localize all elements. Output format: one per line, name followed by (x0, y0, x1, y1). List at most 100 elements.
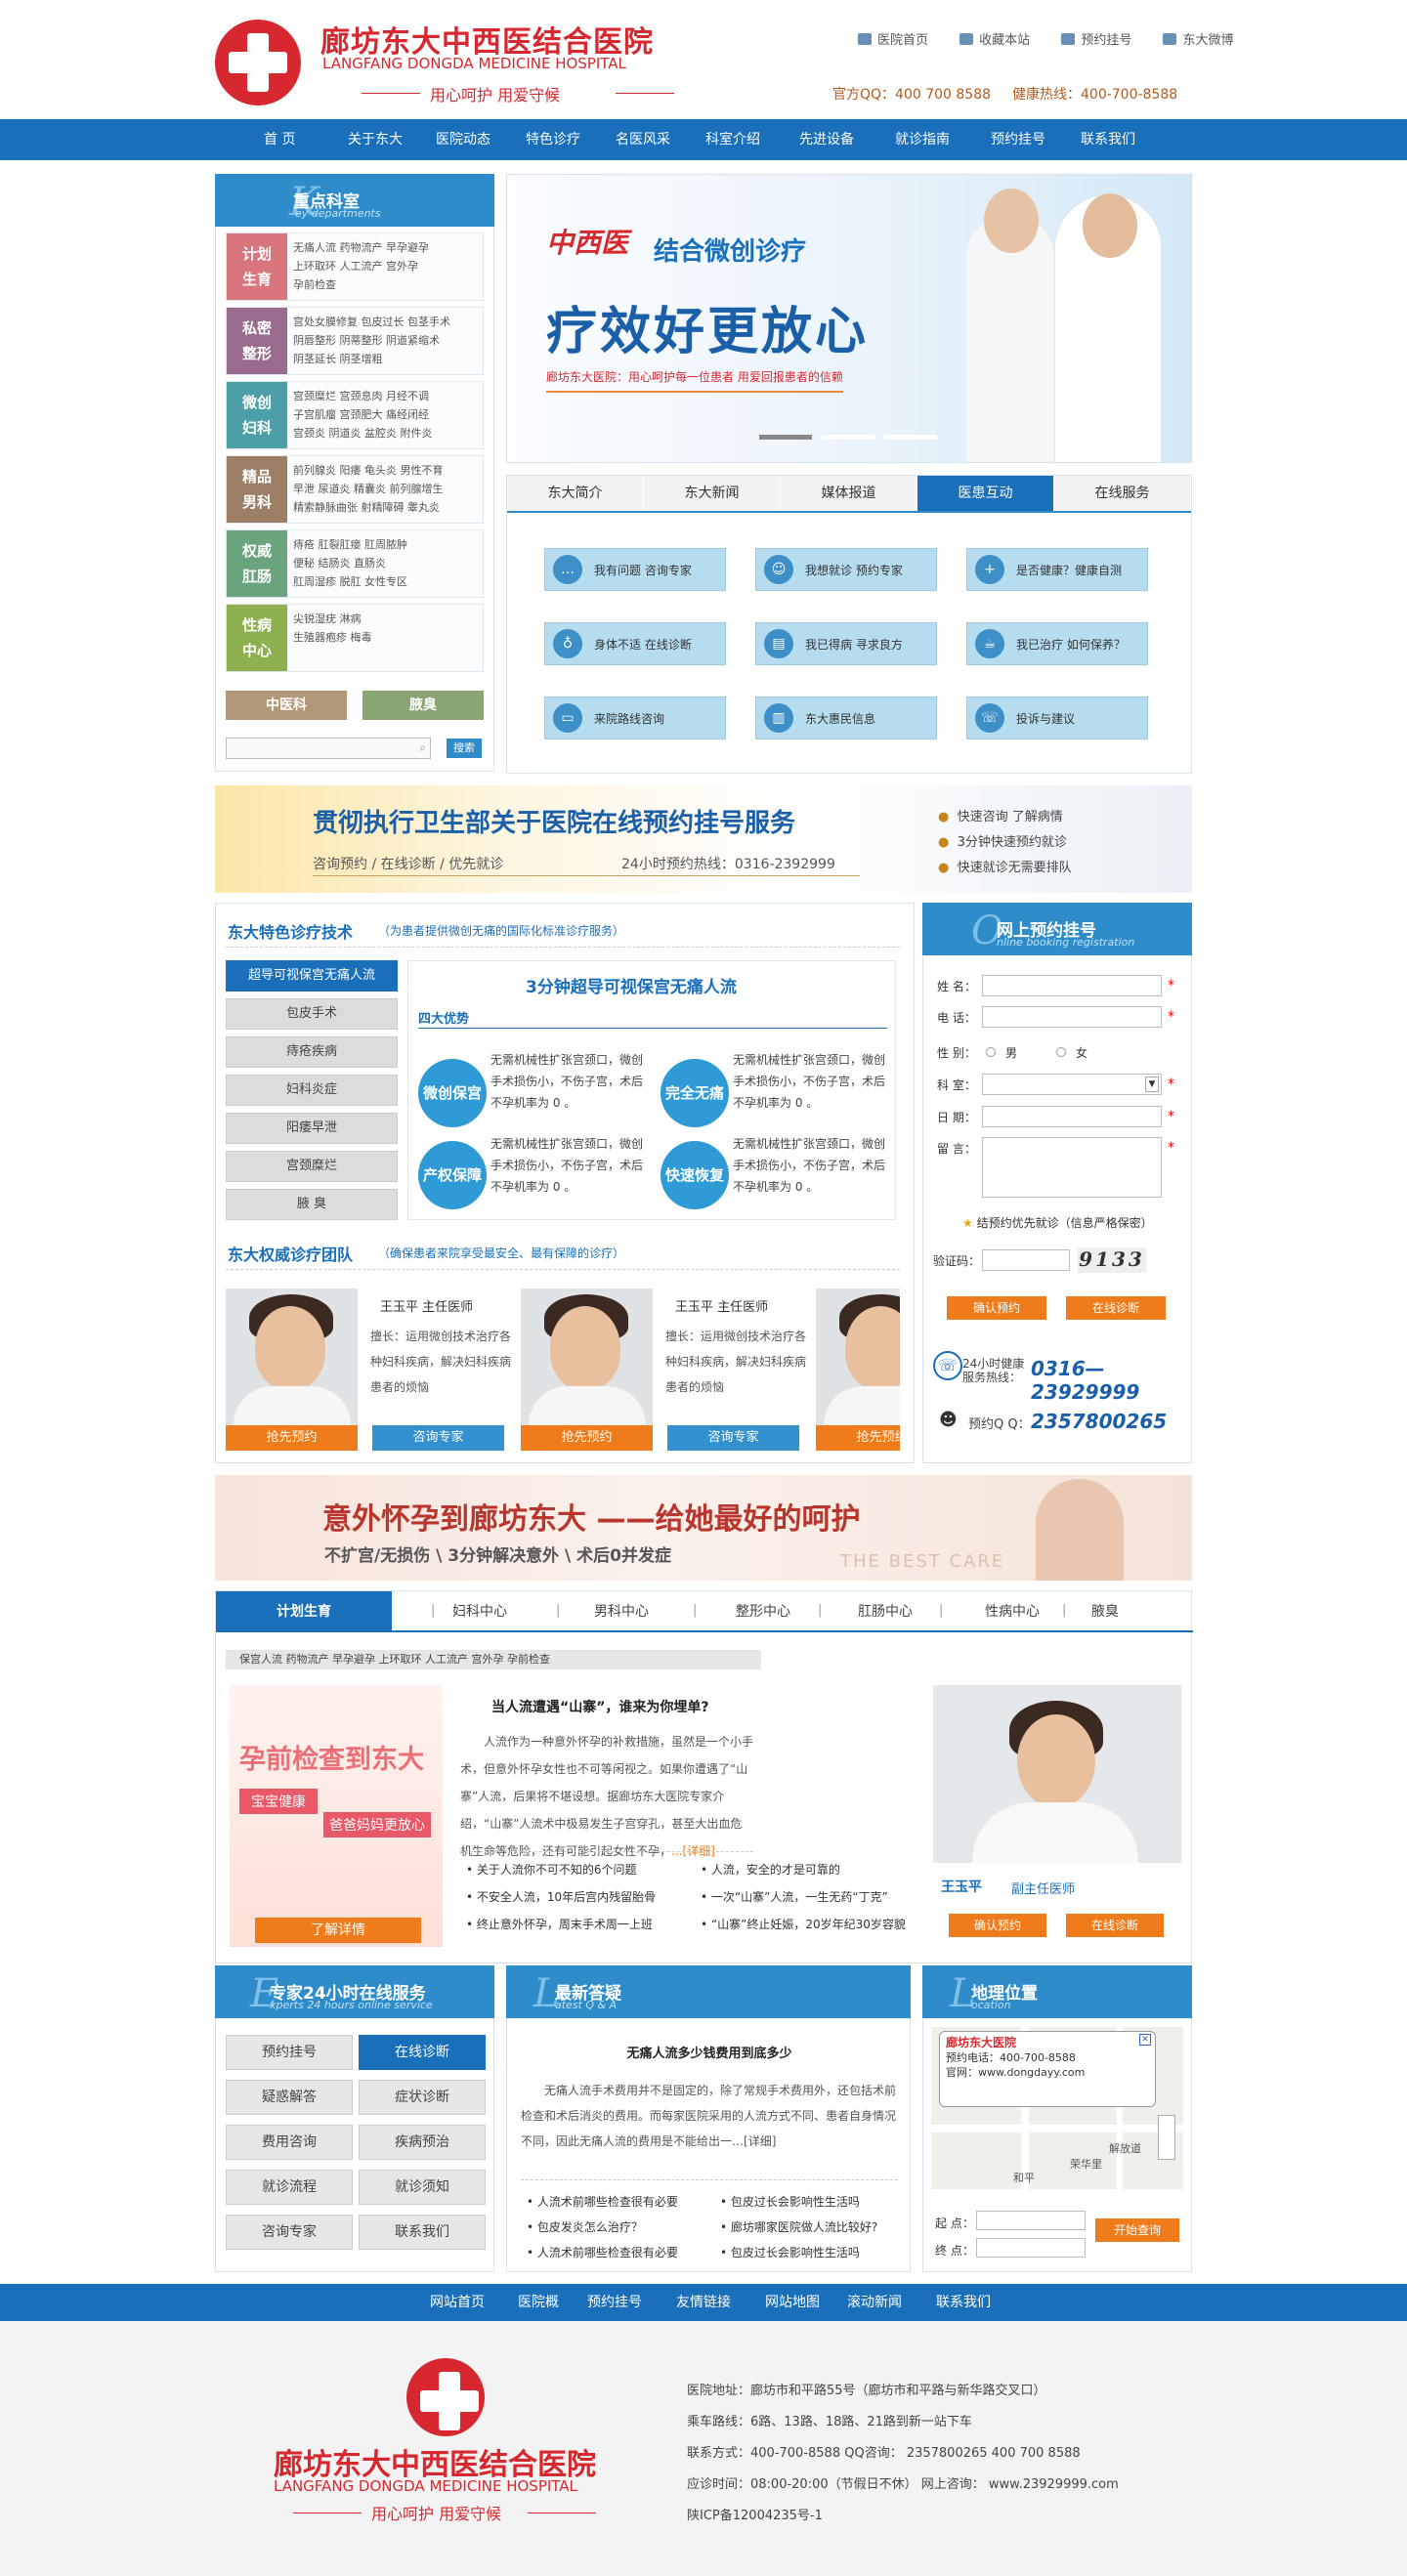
zoom-control[interactable] (1158, 2115, 1175, 2160)
date-input[interactable] (982, 1106, 1162, 1127)
captcha-input[interactable] (982, 1249, 1070, 1271)
department-item-line[interactable]: 阴唇整形 阴蒂整形 阴道紧缩术 (293, 331, 477, 350)
nav-booking[interactable]: 预约挂号 (991, 119, 1045, 160)
search-input[interactable]: ⌕ (226, 738, 431, 759)
nav-news[interactable]: 医院动态 (436, 119, 490, 160)
service-symptom[interactable]: 症状诊断 (359, 2080, 486, 2115)
home-link[interactable]: 医院首页 (858, 33, 928, 48)
tab-andrology[interactable]: 男科中心 (553, 1591, 690, 1632)
tab-interaction[interactable]: 医患互动 (917, 476, 1054, 511)
qa-link[interactable]: • 人流术前哪些检查很有必要 (527, 2244, 678, 2260)
qa-question[interactable]: 无痛人流多少钱费用到底多少 (507, 2043, 912, 2061)
article-link[interactable]: • 人流，安全的才是可靠的 (701, 1861, 840, 1878)
female-radio[interactable]: 女 (1056, 1044, 1087, 1061)
service-notice[interactable]: 就诊须知 (359, 2170, 486, 2205)
qa-link[interactable]: • 人流术前哪些检查很有必要 (527, 2193, 678, 2210)
book-doctor-button[interactable]: 抢先预约 (521, 1425, 653, 1451)
tab-family-planning[interactable]: 计划生育 (216, 1591, 392, 1632)
department-row[interactable]: 计划生育 无痛人流 药物流产 早孕避孕 上环取环 人工流产 宫外孕 孕前检查 (226, 232, 484, 301)
online-diagnosis-button[interactable]: ♁ 身体不适 在线诊断 (544, 622, 726, 665)
doctor-confirm-button[interactable]: 确认预约 (949, 1914, 1046, 1937)
footer-sitemap[interactable]: 网站地图 (765, 2284, 820, 2321)
tab-about[interactable]: 东大简介 (507, 476, 644, 511)
tab-media[interactable]: 媒体报道 (781, 476, 917, 511)
tab-online-service[interactable]: 在线服务 (1054, 476, 1191, 511)
qa-more-link[interactable]: [详细] (744, 2134, 776, 2148)
favorite-link[interactable]: 收藏本站 (959, 33, 1030, 48)
male-radio[interactable]: 男 (986, 1044, 1017, 1061)
nav-about[interactable]: 关于东大 (348, 119, 403, 160)
nav-contact[interactable]: 联系我们 (1081, 119, 1135, 160)
article-link[interactable]: • 一次“山寨”人流，一生无药“丁克” (701, 1888, 888, 1905)
department-item-line[interactable]: 宫处女膜修复 包皮过长 包茎手术 (293, 313, 477, 331)
booking-banner[interactable]: 贯彻执行卫生部关于医院在线预约挂号服务 咨询预约 / 在线诊断 / 优先就诊 2… (215, 785, 1192, 893)
footer-home[interactable]: 网站首页 (430, 2284, 485, 2321)
complaint-button[interactable]: ☏ 投诉与建议 (966, 697, 1148, 739)
slide-dot-2[interactable] (822, 435, 874, 440)
article-link[interactable]: • 不安全人流，10年后宫内残留胎骨 (466, 1888, 656, 1905)
department-row[interactable]: 精品男科 前列腺炎 阳痿 龟头炎 男性不育 早泄 尿道炎 精囊炎 前列腺增生 精索静脉… (226, 455, 484, 524)
article-link[interactable]: • 关于人流你不可不知的6个问题 (466, 1861, 637, 1878)
footer-news[interactable]: 滚动新闻 (847, 2284, 902, 2321)
route-button[interactable]: ▭ 来院路线咨询 (544, 697, 726, 739)
qa-link[interactable]: • 包皮发炎怎么治疗？ (527, 2218, 643, 2235)
treatment-tab-andrology[interactable]: 阳痿早泄 (226, 1113, 398, 1144)
nav-equipment[interactable]: 先进设备 (799, 119, 854, 160)
treatment-tab-gyneco[interactable]: 妇科炎症 (226, 1075, 398, 1106)
search-button[interactable]: 搜索 (447, 739, 482, 758)
tab-plastic[interactable]: 整形中心 (695, 1591, 831, 1632)
service-consult[interactable]: 咨询专家 (226, 2215, 353, 2250)
department-select[interactable]: ▼ (982, 1074, 1162, 1095)
benefit-info-button[interactable]: ▥ 东大惠民信息 (755, 697, 937, 739)
nav-guide[interactable]: 就诊指南 (895, 119, 950, 160)
book-doctor-button[interactable]: 抢先预约 (816, 1425, 900, 1451)
sub-tag-bar[interactable]: 保宫人流 药物流产 早孕避孕 上环取环 人工流产 宫外孕 孕前检查 (226, 1650, 761, 1669)
route-start-input[interactable] (976, 2211, 1086, 2230)
service-booking[interactable]: 预约挂号 (226, 2035, 353, 2070)
treatment-tab-circumcision[interactable]: 包皮手术 (226, 998, 398, 1030)
department-item-line[interactable]: 宫颈炎 阴道炎 盆腔炎 附件炎 (293, 424, 477, 443)
weibo-link[interactable]: 东大微博 (1163, 33, 1233, 48)
promo-details-button[interactable]: 了解详情 (255, 1918, 421, 1943)
article-link[interactable]: • “山寨”终止妊娠，20岁年纪30岁容貌 (701, 1916, 906, 1932)
slide-dot-3[interactable] (884, 435, 937, 440)
qa-link[interactable]: • 包皮过长会影响性生活吗 (720, 2244, 860, 2260)
department-row[interactable]: 性病中心 尖锐湿疣 淋病 生殖器疱疹 梅毒 (226, 604, 484, 672)
service-contact[interactable]: 联系我们 (359, 2215, 486, 2250)
seek-cure-button[interactable]: ▤ 我已得病 寻求良方 (755, 622, 937, 665)
department-item-line[interactable]: 精索静脉曲张 射精障碍 睾丸炎 (293, 498, 477, 517)
map[interactable]: 解放道 荣华里 和平 廊坊东大医院 预约电话：400-700-8588 官网：w… (931, 2027, 1183, 2189)
hero-banner[interactable]: 中西医 结合微创诊疗 疗效好更放心 廊坊东大医院：用心呵护每一位患者 用爱回报患… (506, 174, 1192, 463)
route-search-button[interactable]: 开始查询 (1095, 2218, 1179, 2242)
department-item-line[interactable]: 肛周湿疹 脱肛 女性专区 (293, 572, 477, 591)
service-prevention[interactable]: 疾病预治 (359, 2125, 486, 2160)
message-textarea[interactable] (982, 1137, 1162, 1198)
ask-expert-button[interactable]: … 我有问题 咨询专家 (544, 548, 726, 591)
service-fees[interactable]: 费用咨询 (226, 2125, 353, 2160)
department-item-line[interactable]: 生殖器疱疹 梅毒 (293, 628, 477, 647)
tab-news[interactable]: 东大新闻 (644, 476, 781, 511)
article-title[interactable]: 当人流遭遇“山寨”，谁来为你埋单? (491, 1697, 709, 1716)
slide-dot-1[interactable] (759, 435, 812, 440)
nav-home[interactable]: 首 页 (264, 119, 295, 160)
care-button[interactable]: ☕ 我已治疗 如何保养？ (966, 622, 1148, 665)
treatment-tab-odor[interactable]: 腋 臭 (226, 1189, 398, 1220)
department-item-line[interactable]: 早泄 尿道炎 精囊炎 前列腺增生 (293, 480, 477, 498)
department-item-line[interactable]: 尖锐湿疣 淋病 (293, 610, 477, 628)
nav-doctors[interactable]: 名医风采 (616, 119, 670, 160)
service-process[interactable]: 就诊流程 (226, 2170, 353, 2205)
footer-booking[interactable]: 预约挂号 (587, 2284, 642, 2321)
book-expert-button[interactable]: ☺ 我想就诊 预约专家 (755, 548, 937, 591)
department-row[interactable]: 权威肛肠 痔疮 肛裂肛瘘 肛周脓肿 便秘 结肠炎 直肠炎 肛周湿疹 脱肛 女性专区 (226, 529, 484, 598)
department-item-line[interactable]: 痔疮 肛裂肛瘘 肛周脓肿 (293, 535, 477, 554)
qa-link[interactable]: • 包皮过长会影响性生活吗 (720, 2193, 860, 2210)
department-item-line[interactable]: 孕前检查 (293, 275, 477, 294)
department-item-line[interactable]: 阴茎延长 阴茎增粗 (293, 350, 477, 368)
department-item-line[interactable]: 无痛人流 药物流产 早孕避孕 (293, 238, 477, 257)
department-item-line[interactable]: 子宫肌瘤 宫颈肥大 痛经闭经 (293, 405, 477, 424)
doctor-online-button[interactable]: 在线诊断 (1066, 1914, 1164, 1937)
department-item-line[interactable]: 便秘 结肠炎 直肠炎 (293, 554, 477, 572)
nav-departments[interactable]: 科室介绍 (705, 119, 760, 160)
promo-card[interactable]: 孕前检查到东大 宝宝健康 爸爸妈妈更放心 了解详情 (230, 1685, 443, 1947)
captcha-image[interactable]: 9133 (1078, 1247, 1146, 1273)
